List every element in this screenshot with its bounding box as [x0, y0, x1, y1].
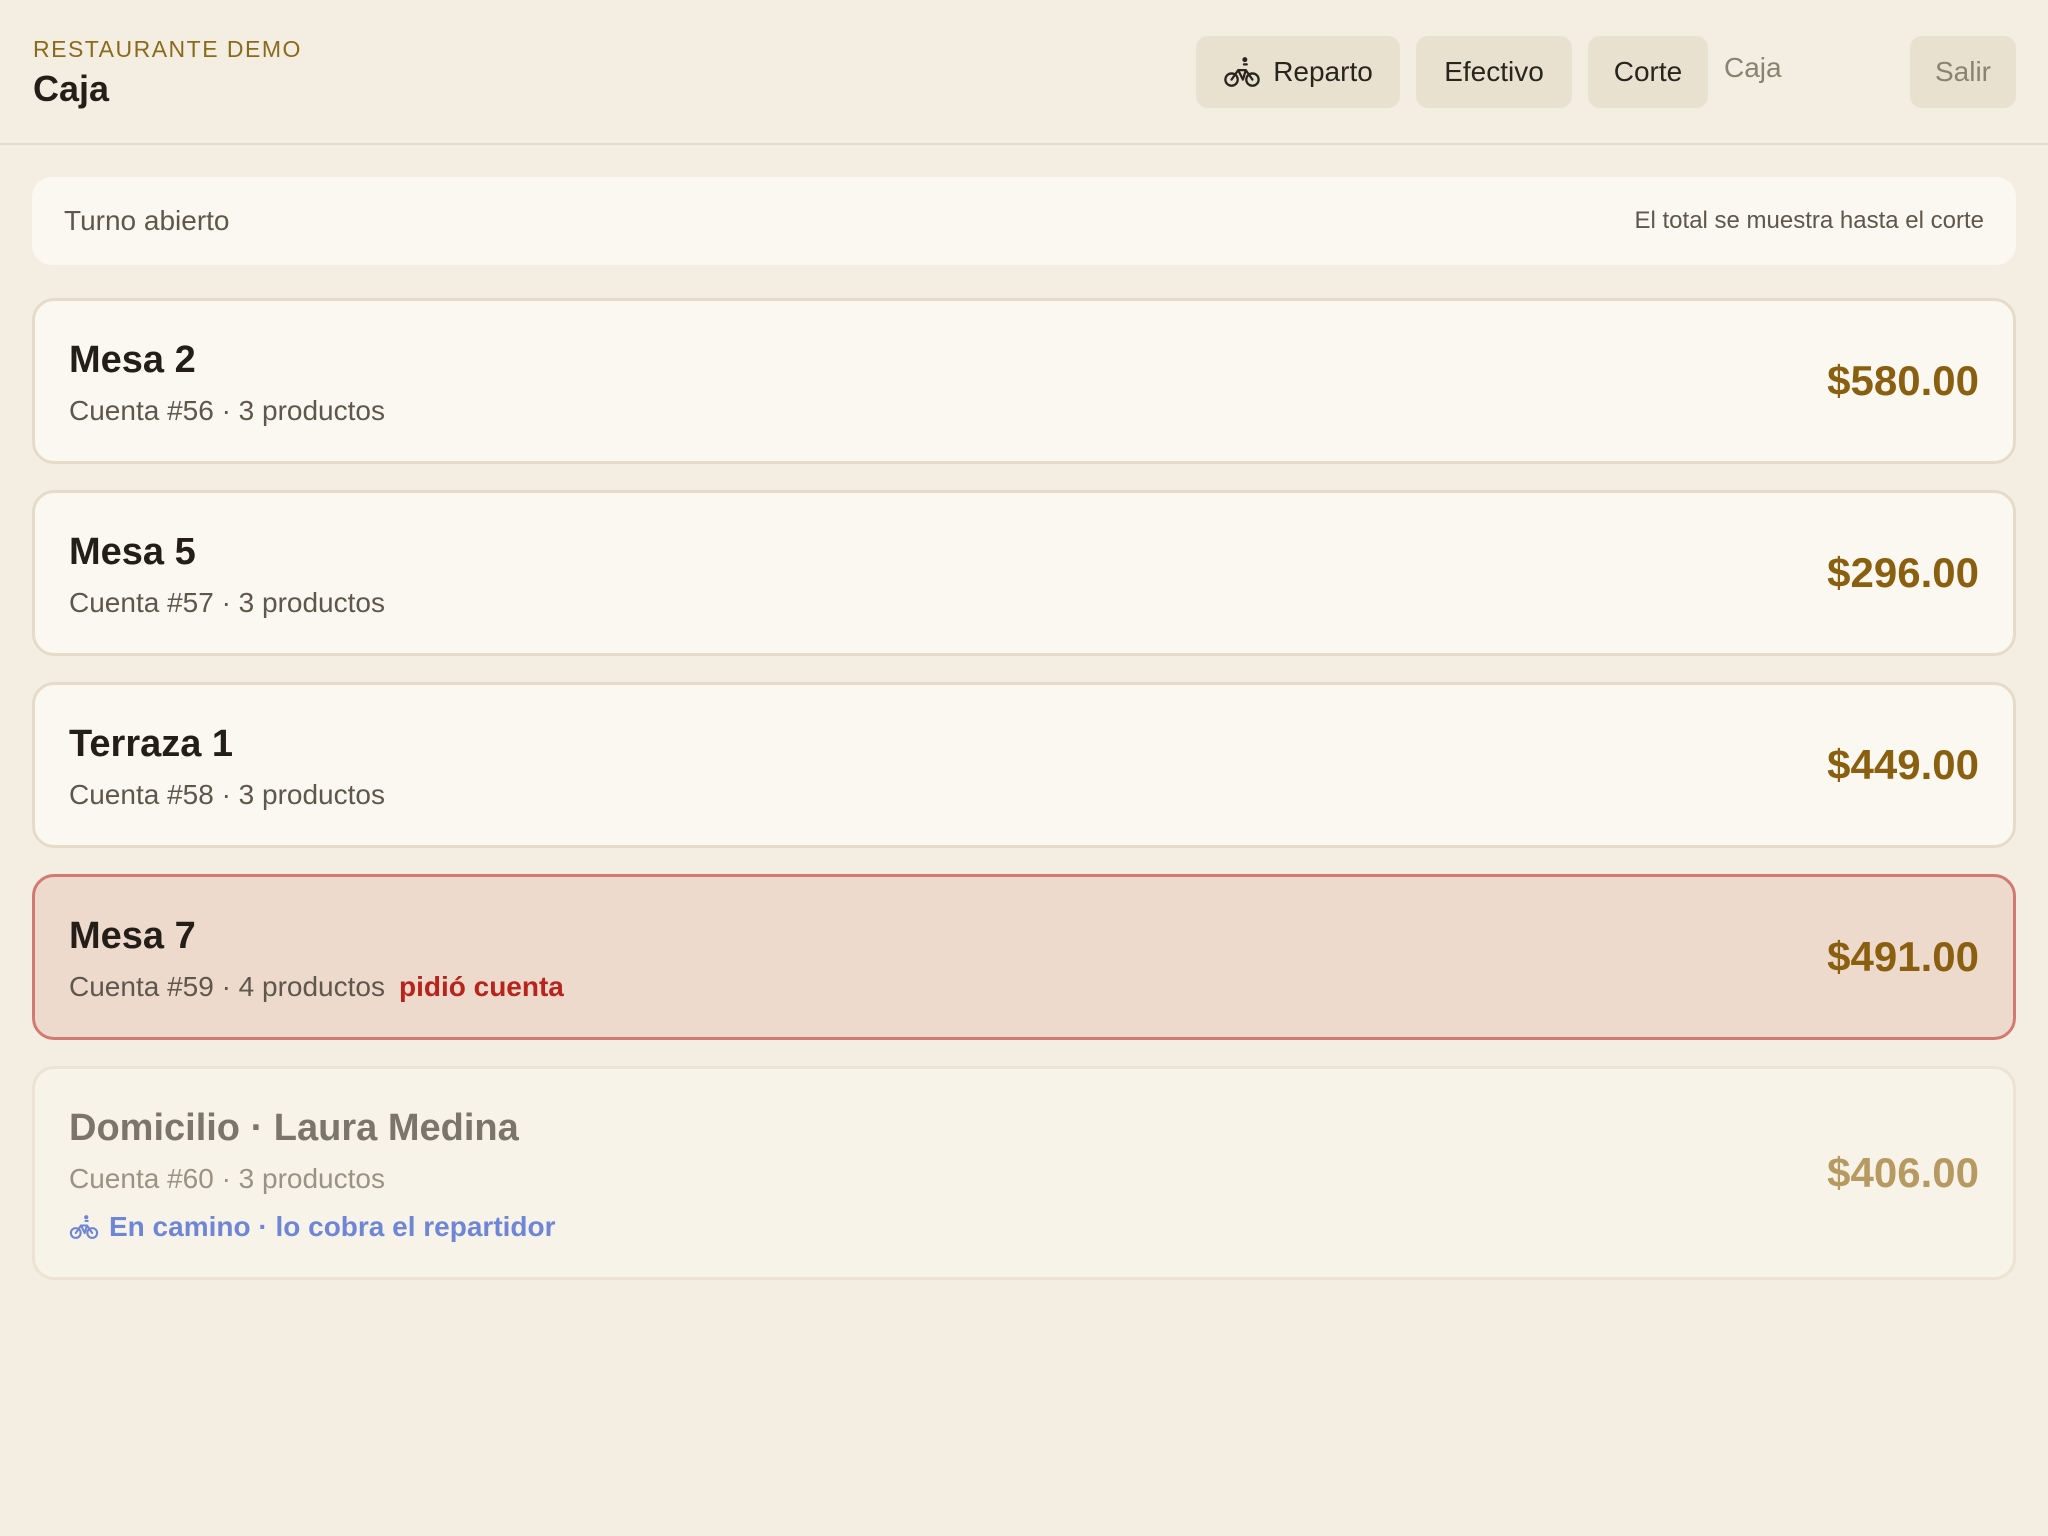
- efectivo-button[interactable]: Efectivo: [1416, 36, 1572, 108]
- shift-status-bar: Turno abierto El total se muestra hasta …: [32, 177, 2016, 265]
- account-meta: Cuenta #58 · 3 productos: [69, 779, 385, 810]
- salir-button-label: Salir: [1934, 56, 1991, 87]
- account-meta: Cuenta #59 · 4 productos: [69, 971, 385, 1002]
- account-meta-row: Cuenta #59 · 4 productos pidió cuenta: [69, 971, 564, 1003]
- account-total: $491.00: [1827, 933, 1979, 980]
- role-label: Caja: [1724, 52, 1782, 83]
- reparto-button-label: Reparto: [1273, 56, 1373, 87]
- top-header: RESTAURANTE DEMO Caja Reparto Efectivo C…: [0, 0, 2048, 145]
- shift-note: El total se muestra hasta el corte: [1634, 207, 1985, 234]
- account-card[interactable]: Mesa 2 Cuenta #56 · 3 productos $580.00: [32, 298, 2016, 464]
- account-card[interactable]: Terraza 1 Cuenta #58 · 3 productos $449.…: [32, 682, 2016, 848]
- account-name: Mesa 7: [69, 915, 196, 957]
- shift-status: Turno abierto: [64, 205, 230, 236]
- bike-icon: [1223, 53, 1261, 91]
- account-total: $296.00: [1827, 549, 1979, 596]
- corte-button-label: Corte: [1613, 56, 1683, 87]
- bill-requested-badge: pidió cuenta: [398, 971, 564, 1002]
- salir-button[interactable]: Salir: [1910, 36, 2016, 108]
- restaurant-name: RESTAURANTE DEMO: [33, 36, 302, 62]
- account-card-bill-requested[interactable]: Mesa 7 Cuenta #59 · 4 productos pidió cue…: [32, 874, 2016, 1040]
- account-meta: Cuenta #57 · 3 productos: [69, 587, 385, 618]
- delivery-status: En camino · lo cobra el repartidor: [69, 1211, 556, 1243]
- account-total: $449.00: [1827, 741, 1979, 788]
- efectivo-button-label: Efectivo: [1444, 56, 1544, 87]
- page-title: Caja: [33, 68, 110, 109]
- account-total: $406.00: [1827, 1149, 1979, 1196]
- account-name: Mesa 5: [69, 531, 196, 573]
- account-meta: Cuenta #56 · 3 productos: [69, 395, 385, 426]
- account-card[interactable]: Mesa 5 Cuenta #57 · 3 productos $296.00: [32, 490, 2016, 656]
- account-name: Terraza 1: [69, 723, 234, 765]
- account-total: $580.00: [1827, 357, 1979, 404]
- account-name: Mesa 2: [69, 339, 196, 381]
- delivery-status-text: En camino · lo cobra el repartidor: [109, 1211, 556, 1242]
- account-name: Domicilio · Laura Medina: [69, 1107, 519, 1149]
- account-meta: Cuenta #60 · 3 productos: [69, 1163, 385, 1194]
- reparto-button[interactable]: Reparto: [1196, 36, 1400, 108]
- bike-icon: [69, 1212, 99, 1242]
- corte-button[interactable]: Corte: [1588, 36, 1708, 108]
- account-card-delivery[interactable]: Domicilio · Laura Medina Cuenta #60 · 3 …: [32, 1066, 2016, 1280]
